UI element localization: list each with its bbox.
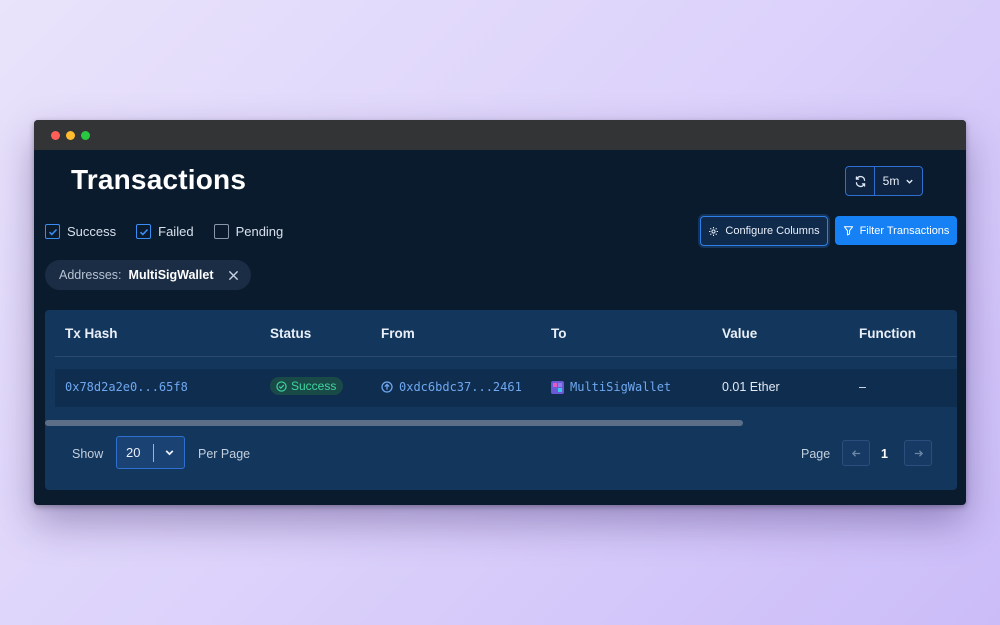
status-badge: Success bbox=[270, 377, 344, 395]
maximize-window-button[interactable] bbox=[81, 131, 90, 140]
next-page-button[interactable] bbox=[904, 440, 932, 466]
show-label: Show bbox=[72, 447, 104, 461]
close-window-button[interactable] bbox=[51, 131, 60, 140]
chip-label: Addresses: bbox=[59, 268, 122, 282]
transactions-table: Tx Hash Status From To Value Function 0x… bbox=[45, 310, 957, 490]
arrow-up-circle-icon bbox=[381, 381, 393, 393]
status-filter-success[interactable]: Success bbox=[45, 224, 116, 239]
value-cell: 0.01 Ether bbox=[722, 380, 780, 394]
current-page: 1 bbox=[881, 447, 888, 461]
per-page-value: 20 bbox=[126, 445, 141, 460]
per-page-select[interactable]: 20 bbox=[116, 436, 185, 469]
checkbox-checked-icon[interactable] bbox=[136, 224, 152, 239]
page-label: Page bbox=[801, 447, 831, 461]
chevron-down-icon bbox=[906, 179, 914, 184]
to-cell: MultiSigWallet bbox=[551, 380, 671, 394]
arrow-left-icon bbox=[851, 449, 860, 457]
configure-columns-button[interactable]: Configure Columns bbox=[700, 216, 828, 246]
column-header-function[interactable]: Function bbox=[859, 326, 916, 341]
filter-transactions-label: Filter Transactions bbox=[859, 224, 950, 237]
refresh-interval-value: 5m bbox=[882, 174, 900, 188]
status-filter-pending[interactable]: Pending bbox=[213, 224, 284, 239]
horizontal-scrollbar[interactable] bbox=[45, 420, 743, 426]
chevron-down-icon bbox=[165, 450, 173, 456]
tx-hash-link[interactable]: 0x78d2a2e0...65f8 bbox=[65, 380, 188, 394]
status-filter-failed[interactable]: Failed bbox=[136, 224, 194, 239]
chip-value: MultiSigWallet bbox=[128, 268, 214, 282]
auto-refresh-control: 5m bbox=[845, 166, 923, 196]
from-address-link[interactable]: 0xdc6bdc37...2461 bbox=[399, 380, 522, 394]
status-cell: Success bbox=[270, 377, 344, 395]
page-content: Transactions 5m Success Failed Pending C… bbox=[34, 150, 966, 505]
status-filter-label: Success bbox=[67, 224, 117, 239]
close-icon bbox=[229, 270, 239, 280]
arrow-right-icon bbox=[914, 449, 923, 457]
address-filter-chip: Addresses: MultiSigWallet bbox=[45, 260, 252, 290]
status-filter-label: Pending bbox=[235, 224, 284, 239]
minimize-window-button[interactable] bbox=[66, 131, 75, 140]
status-filter-group: Success Failed Pending bbox=[45, 224, 283, 239]
refresh-interval-select[interactable]: 5m bbox=[875, 167, 922, 195]
column-header-status[interactable]: Status bbox=[270, 326, 311, 341]
to-address-link[interactable]: MultiSigWallet bbox=[570, 380, 671, 394]
page-title: Transactions bbox=[71, 164, 247, 195]
configure-columns-label: Configure Columns bbox=[725, 225, 820, 237]
gear-icon bbox=[709, 226, 719, 236]
table-row[interactable]: 0x78d2a2e0...65f8 Success 0xdc6bdc37...2… bbox=[55, 369, 957, 407]
column-header-tx-hash[interactable]: Tx Hash bbox=[65, 326, 118, 341]
from-cell: 0xdc6bdc37...2461 bbox=[381, 380, 522, 394]
filter-transactions-button[interactable]: Filter Transactions bbox=[835, 216, 957, 245]
previous-page-button[interactable] bbox=[842, 440, 870, 466]
filter-icon bbox=[843, 226, 853, 236]
column-header-to[interactable]: To bbox=[551, 326, 567, 341]
per-page-label: Per Page bbox=[198, 447, 251, 461]
app-window: Transactions 5m Success Failed Pending C… bbox=[34, 120, 966, 505]
column-header-value[interactable]: Value bbox=[722, 326, 757, 341]
status-filter-label: Failed bbox=[158, 224, 194, 239]
refresh-button[interactable] bbox=[846, 167, 875, 195]
checkbox-unchecked-icon[interactable] bbox=[213, 224, 229, 239]
status-badge-label: Success bbox=[291, 379, 337, 393]
refresh-icon bbox=[855, 175, 865, 187]
table-header: Tx Hash Status From To Value Function bbox=[55, 310, 957, 357]
column-header-from[interactable]: From bbox=[381, 326, 415, 341]
window-titlebar bbox=[34, 120, 966, 150]
contract-avatar-icon bbox=[551, 380, 564, 394]
checkbox-checked-icon[interactable] bbox=[45, 224, 60, 239]
check-circle-icon bbox=[276, 380, 287, 392]
remove-filter-button[interactable] bbox=[228, 270, 239, 281]
function-cell: – bbox=[859, 380, 866, 394]
